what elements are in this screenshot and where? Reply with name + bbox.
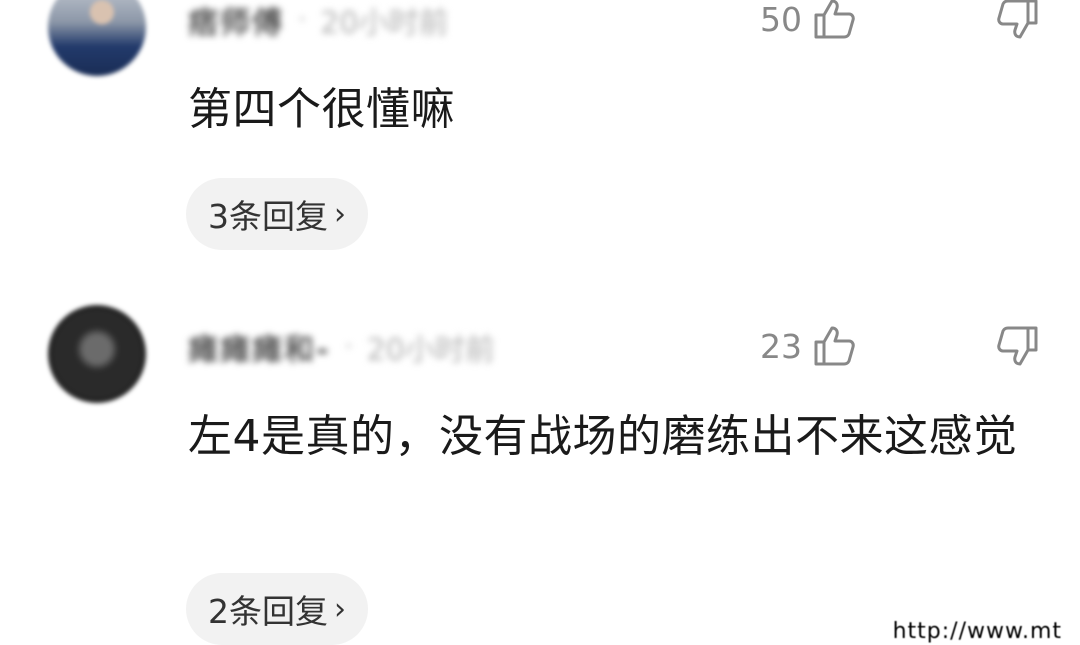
replies-label: 2条回复	[208, 592, 328, 631]
comment-meta: 瘫瘫瘫和- · 20小时前	[188, 325, 495, 369]
comment-actions: 23	[760, 323, 1040, 369]
meta-separator: ·	[298, 5, 307, 35]
comment-actions: 50	[760, 0, 1040, 42]
like-count: 23	[760, 326, 802, 366]
thumbs-up-icon[interactable]	[812, 0, 856, 41]
timestamp: 20小时前	[320, 6, 449, 41]
avatar[interactable]	[48, 305, 146, 403]
like-count: 50	[760, 0, 802, 39]
thumbs-down-icon[interactable]	[996, 324, 1040, 368]
replies-button[interactable]: 3条回复 ›	[186, 178, 368, 250]
chevron-right-icon: ›	[334, 591, 346, 627]
timestamp: 20小时前	[366, 333, 495, 368]
comment-text: 第四个很懂嘛	[188, 84, 455, 135]
thumbs-down-icon[interactable]	[996, 0, 1040, 41]
watermark: http://www.mt	[892, 619, 1062, 644]
username[interactable]: 瘫瘫瘫和-	[188, 325, 330, 369]
chevron-right-icon: ›	[334, 196, 346, 232]
username[interactable]: 痞师傅	[188, 0, 284, 42]
meta-separator: ·	[344, 332, 353, 362]
comment-meta: 痞师傅 · 20小时前	[188, 0, 449, 42]
avatar[interactable]	[48, 0, 146, 76]
comment-text: 左4是真的，没有战场的磨练出不来这感觉	[188, 411, 1018, 462]
replies-label: 3条回复	[208, 197, 328, 236]
replies-button[interactable]: 2条回复 ›	[186, 573, 368, 645]
thumbs-up-icon[interactable]	[812, 324, 856, 368]
